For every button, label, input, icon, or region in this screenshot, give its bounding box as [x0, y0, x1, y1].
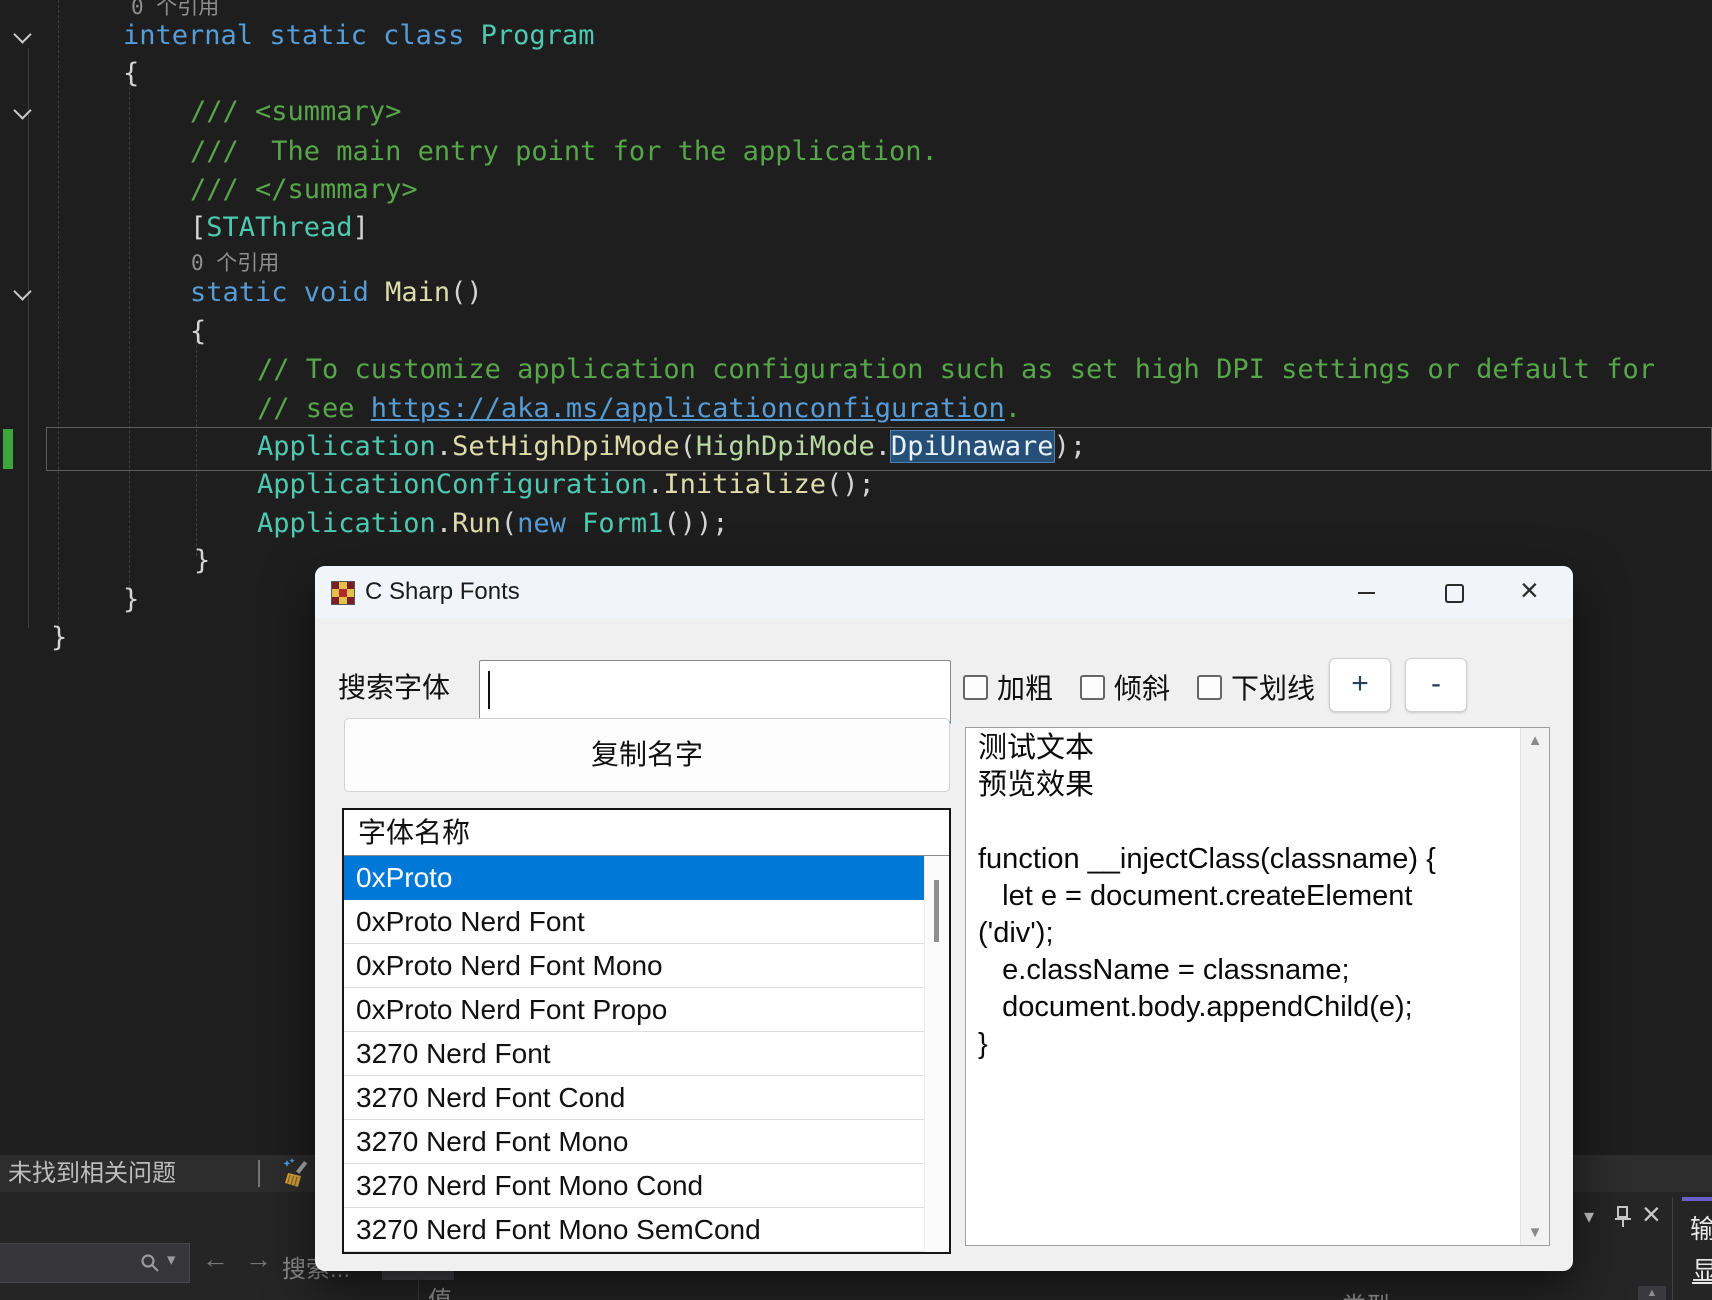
code-line-highdpi: Application.SetHighDpiMode(HighDpiMode.D…: [257, 431, 1086, 469]
style-checkbox-0[interactable]: 加粗: [963, 667, 1053, 707]
vs-window: 0 个引用internal static class Program{/// <…: [0, 0, 1712, 1300]
column-header-value[interactable]: 值: [428, 1280, 452, 1300]
preview-text: 测试文本预览效果 function __injectClass(classname…: [978, 730, 1515, 1063]
output-tab-strip: 输 显: [1682, 1197, 1712, 1300]
watch-search-box[interactable]: ▾: [0, 1243, 190, 1283]
style-checkbox-1[interactable]: 倾斜: [1080, 667, 1170, 707]
font-list-item[interactable]: 0xProto: [344, 856, 949, 900]
preview-line: function __injectClass(classname) {: [978, 841, 1515, 878]
maximize-button[interactable]: [1430, 569, 1476, 615]
code-line: ApplicationConfiguration.Initialize();: [257, 469, 875, 507]
indent-guide: [58, 0, 59, 640]
preview-line: 测试文本: [978, 730, 1515, 767]
dialog-titlebar[interactable]: C Sharp Fonts ×: [315, 566, 1573, 618]
search-font-label: 搜索字体: [338, 666, 450, 706]
csharp-fonts-dialog: C Sharp Fonts × 搜索字体 加粗 倾斜 下划线 + - 复制名字 字体…: [315, 566, 1573, 1271]
font-list-item[interactable]: 3270 Nerd Font Cond: [344, 1076, 949, 1120]
font-size-decrease-button[interactable]: -: [1405, 658, 1467, 712]
checkbox-label: 加粗: [997, 667, 1053, 707]
font-list-item[interactable]: 3270 Nerd Font: [344, 1032, 949, 1076]
copy-name-button[interactable]: 复制名字: [344, 718, 950, 792]
checkbox-label: 倾斜: [1114, 667, 1170, 707]
code-line: Application.Run(new Form1());: [257, 508, 728, 546]
preview-line: 预览效果: [978, 767, 1515, 804]
font-list-item[interactable]: 3270 Nerd Font Mono: [344, 1120, 949, 1164]
code-line-main: static void Main(): [190, 277, 483, 315]
font-list: 字体名称 0xProto0xProto Nerd Font0xProto Ner…: [342, 808, 951, 1254]
text-caret: [488, 671, 490, 709]
search-icon: [139, 1252, 161, 1274]
checkbox-label: 下划线: [1231, 667, 1315, 707]
minimize-button[interactable]: [1344, 569, 1390, 615]
code-line: /// The main entry point for the applica…: [190, 136, 938, 174]
preview-pane[interactable]: 测试文本预览效果 function __injectClass(classname…: [965, 727, 1550, 1246]
preview-scrollbar[interactable]: ▲ ▼: [1520, 728, 1549, 1245]
scroll-up-icon: ▲: [1647, 1287, 1658, 1299]
preview-line: let e = document.createElement: [978, 878, 1515, 915]
style-checkboxes: 加粗 倾斜 下划线: [963, 664, 1315, 710]
font-search-input[interactable]: [479, 660, 951, 724]
font-list-header: 字体名称: [344, 810, 949, 856]
fold-structure-line: [28, 48, 29, 628]
checkbox-icon[interactable]: [963, 675, 988, 700]
code-line: {: [123, 58, 139, 96]
font-list-item[interactable]: 0xProto Nerd Font: [344, 900, 949, 944]
dialog-title: C Sharp Fonts: [365, 566, 520, 618]
close-icon: ×: [1520, 572, 1539, 609]
code-line-class: internal static class Program: [123, 20, 594, 58]
code-line-comment: // To customize application configuratio…: [257, 354, 1655, 392]
indent-guide: [129, 72, 130, 598]
forward-arrow-icon[interactable]: →: [245, 1244, 272, 1275]
preview-line: document.body.appendChild(e);: [978, 989, 1515, 1026]
code-line: [STAThread]: [190, 212, 369, 250]
app-icon: [331, 581, 355, 605]
font-size-increase-button[interactable]: +: [1329, 658, 1391, 712]
preview-line: [978, 804, 1515, 841]
panel-dropdown-icon[interactable]: ▾: [1584, 1204, 1594, 1229]
codelens-class: 0 个引用: [131, 0, 219, 20]
column-header-type[interactable]: 类型: [1342, 1286, 1390, 1300]
preview-line: ('div');: [978, 915, 1515, 952]
font-list-scroll-thumb[interactable]: [934, 880, 939, 942]
font-list-scrollbar[interactable]: [924, 856, 949, 1252]
codelens-main: 0 个引用: [191, 250, 279, 276]
grid-column-divider: [418, 1278, 419, 1300]
font-list-item[interactable]: 0xProto Nerd Font Mono: [344, 944, 949, 988]
toolbar-separator: [258, 1160, 260, 1187]
fold-chevron-icon[interactable]: [13, 25, 31, 43]
preview-line: }: [978, 1026, 1515, 1063]
code-line-comment-link: // see https://aka.ms/applicationconfigu…: [257, 393, 1021, 431]
style-checkbox-2[interactable]: 下划线: [1197, 667, 1315, 707]
scroll-down-icon[interactable]: ▼: [1521, 1224, 1549, 1241]
panel-close-icon[interactable]: ×: [1642, 1196, 1661, 1233]
code-line: }: [123, 584, 139, 622]
tab-show[interactable]: 显: [1692, 1251, 1712, 1288]
change-tracking-bar: [3, 429, 13, 469]
status-text: 未找到相关问题: [8, 1155, 176, 1192]
close-button[interactable]: ×: [1505, 569, 1551, 615]
scrollbar-up-button[interactable]: ▲: [1638, 1286, 1666, 1300]
clean-broom-icon[interactable]: [280, 1158, 312, 1190]
search-dropdown-icon[interactable]: ▾: [167, 1250, 176, 1270]
checkbox-icon[interactable]: [1080, 675, 1105, 700]
checkbox-icon[interactable]: [1197, 675, 1222, 700]
minimize-icon: [1358, 592, 1375, 594]
maximize-icon: [1445, 584, 1464, 603]
font-list-item[interactable]: 3270 Nerd Font Mono Cond: [344, 1164, 949, 1208]
font-list-rows: 0xProto0xProto Nerd Font0xProto Nerd Fon…: [344, 856, 949, 1252]
code-line: }: [194, 545, 210, 583]
code-line: }: [51, 622, 67, 660]
font-list-item[interactable]: 3270 Nerd Font Mono SemCond: [344, 1208, 949, 1252]
code-line: /// </summary>: [190, 174, 418, 212]
panel-divider: [1672, 1197, 1673, 1300]
pin-icon[interactable]: [1612, 1205, 1634, 1229]
preview-line: e.className = classname;: [978, 952, 1515, 989]
tab-output[interactable]: 输: [1690, 1209, 1712, 1246]
code-line: /// <summary>: [190, 96, 401, 134]
back-arrow-icon[interactable]: ←: [202, 1244, 229, 1275]
scroll-up-icon[interactable]: ▲: [1521, 732, 1549, 749]
font-list-item[interactable]: 0xProto Nerd Font Propo: [344, 988, 949, 1032]
code-line: {: [190, 316, 206, 354]
